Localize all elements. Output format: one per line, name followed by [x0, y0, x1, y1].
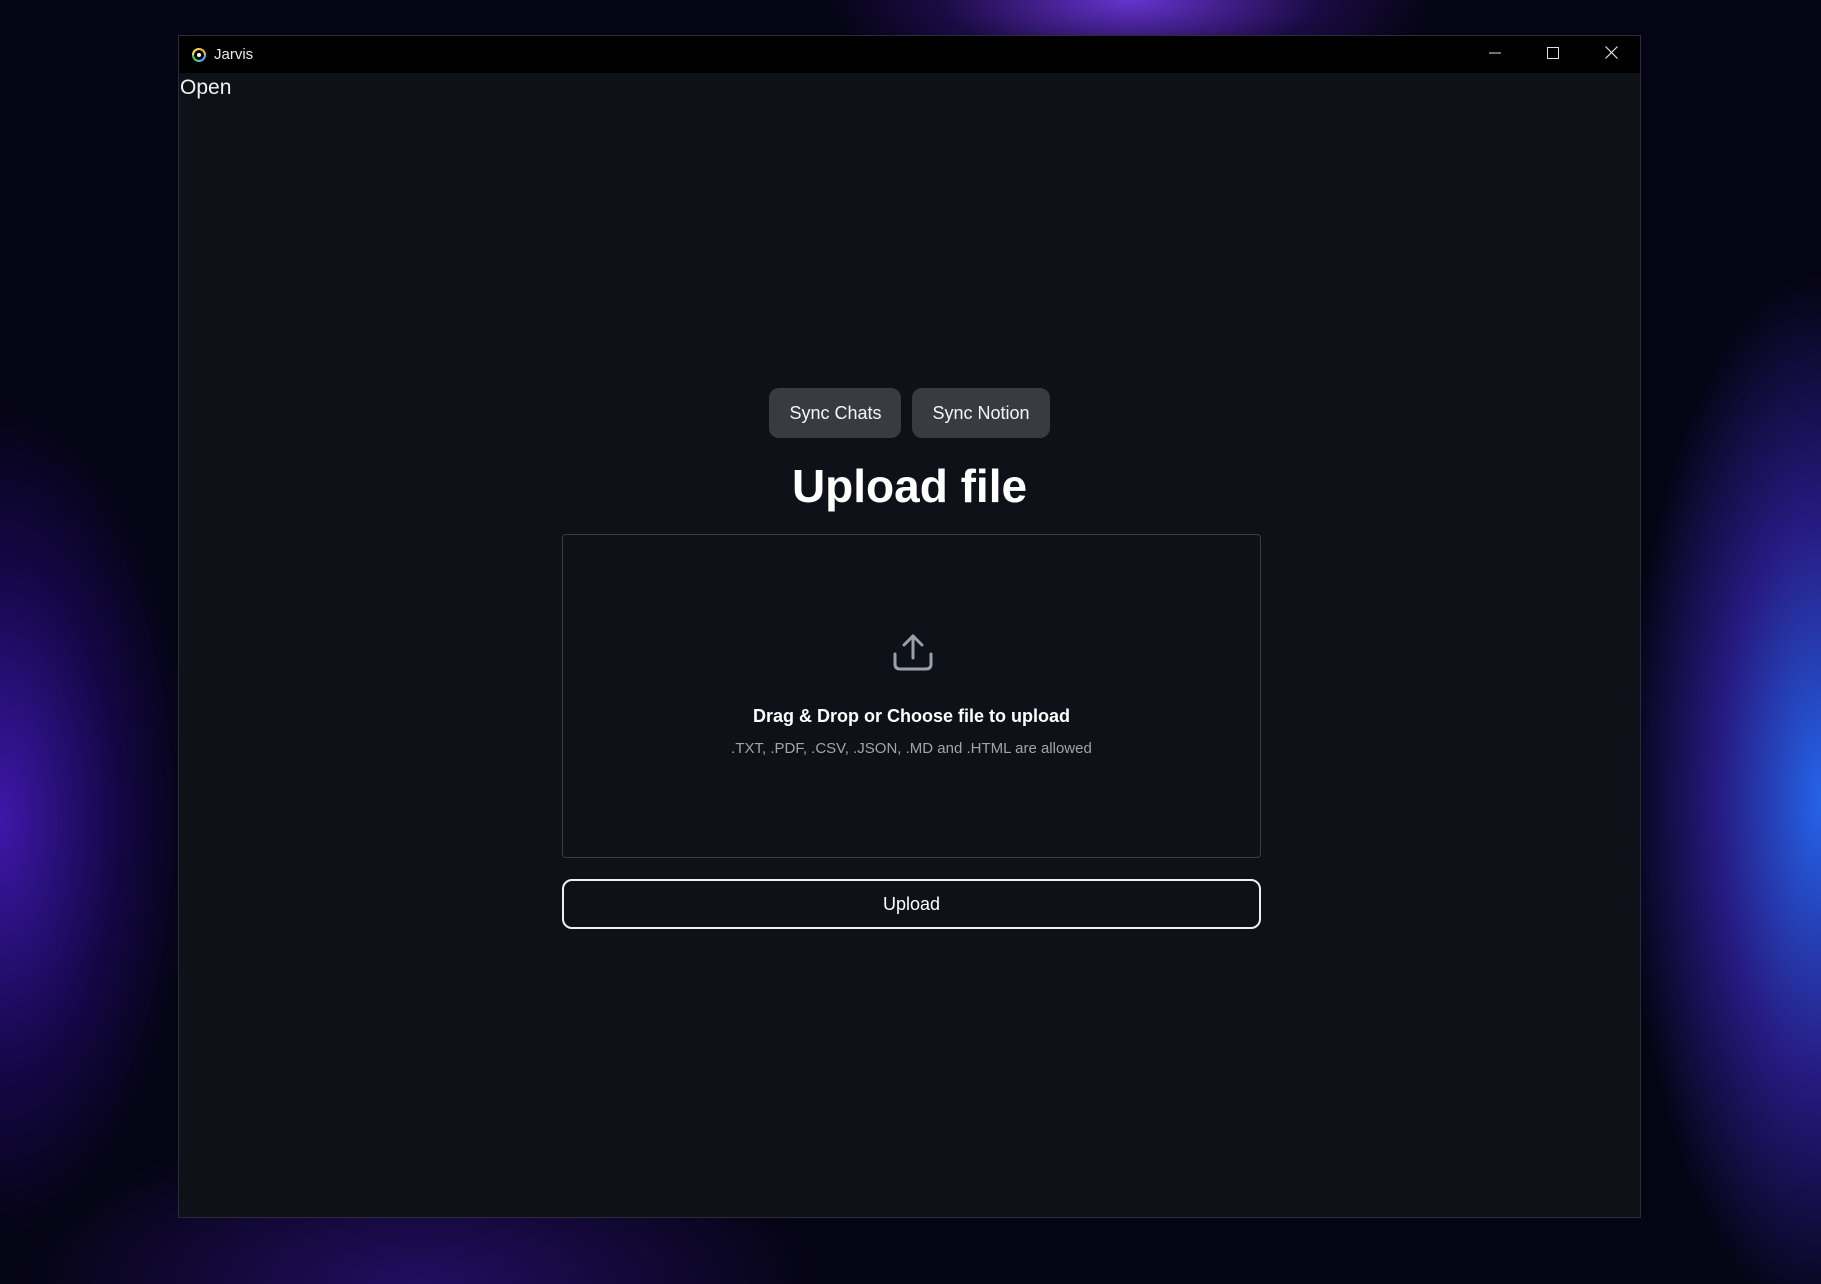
upload-button[interactable]: Upload: [562, 879, 1261, 929]
sync-chats-button[interactable]: Sync Chats: [769, 388, 902, 438]
sync-button-group: Sync Chats Sync Notion: [179, 388, 1640, 438]
minimize-icon: [1489, 46, 1501, 64]
dropzone-label: Drag & Drop or Choose file to upload: [752, 706, 1070, 726]
open-menu-item[interactable]: Open: [180, 76, 231, 100]
app-window: Jarvis Open Sync Chats Sync Notion Uploa…: [178, 35, 1641, 1218]
window-title: Jarvis: [214, 46, 254, 63]
upload-icon: [893, 632, 933, 672]
title-bar[interactable]: Jarvis: [179, 36, 1640, 73]
close-icon: [1604, 45, 1618, 64]
minimize-button[interactable]: [1466, 36, 1524, 73]
app-logo-icon: [191, 47, 207, 63]
allowed-file-types: .TXT, .PDF, .CSV, .JSON, .MD and .HTML a…: [731, 740, 1092, 757]
window-controls: [1466, 36, 1640, 73]
page-title: Upload file: [791, 460, 1028, 512]
maximize-button[interactable]: [1524, 36, 1582, 73]
file-dropzone[interactable]: Drag & Drop or Choose file to upload .TX…: [562, 534, 1261, 858]
sync-notion-button[interactable]: Sync Notion: [912, 388, 1050, 438]
maximize-icon: [1547, 46, 1559, 64]
close-button[interactable]: [1582, 36, 1640, 73]
